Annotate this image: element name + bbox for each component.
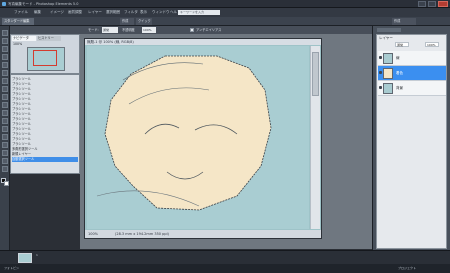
antialias-checkbox[interactable] (190, 28, 194, 32)
title-bar: 写真編集モード - Photoshop Elements 5.0 (0, 0, 450, 8)
sponge-tool-icon[interactable] (2, 166, 8, 172)
mode-select[interactable]: 通常 (102, 27, 118, 33)
layer-opacity-field[interactable]: 100% (425, 42, 439, 47)
marquee-tool-icon[interactable] (2, 62, 8, 68)
navigator-zoom: 100% (13, 42, 23, 46)
menu-select[interactable]: 選択範囲 (106, 8, 120, 17)
close-button[interactable] (438, 1, 448, 7)
layer-row[interactable]: 線 (378, 51, 446, 66)
cookie-cutter-icon[interactable] (2, 102, 8, 108)
history-tab[interactable]: ヒストリー (37, 36, 61, 41)
layer-row-selected[interactable]: 着色 (378, 66, 446, 81)
opacity-label: 不透明度 (122, 28, 135, 32)
vertical-scrollbar[interactable] (310, 46, 320, 229)
eye-icon[interactable] (379, 71, 382, 74)
menu-image[interactable]: イメージ (50, 8, 64, 17)
eye-icon[interactable] (379, 86, 382, 89)
share-button[interactable]: 作成 (392, 18, 416, 25)
zoom-tool-icon[interactable] (2, 38, 8, 44)
photo-thumbnail[interactable] (18, 253, 32, 263)
menu-edit[interactable]: 編集 (34, 8, 41, 17)
document-window: 無題-1 @ 100% (線, RGB/8) 100% (28.3 mm x 1… (84, 38, 322, 239)
eye-icon[interactable] (379, 56, 382, 59)
zoom-level: 100% (88, 232, 99, 236)
blur-tool-icon[interactable] (2, 158, 8, 164)
app-icon (2, 2, 6, 6)
list-item-selected[interactable]: 自動選択ツール (12, 157, 78, 162)
project-bin-label: プロジェクト (398, 266, 417, 270)
history-panel: ブラシツール ブラシツール ブラシツール ブラシツール ブラシツール ブラシツー… (10, 74, 80, 174)
menu-window[interactable]: ウィンドウ (152, 8, 170, 17)
photo-count: 1 (36, 253, 38, 257)
crop-tool-icon[interactable] (2, 94, 8, 100)
hand-tool-icon[interactable] (2, 46, 8, 52)
menu-enhance[interactable]: 画質調整 (68, 8, 82, 17)
selection-outline (104, 55, 272, 211)
magic-wand-icon[interactable] (2, 78, 8, 84)
document-info: (28.3 mm x 194.2mm 350 ppi) (115, 232, 169, 236)
quick-fix-button[interactable]: クイック (136, 18, 152, 25)
opacity-field[interactable]: 100% (142, 27, 156, 33)
text-tool-icon[interactable] (2, 86, 8, 92)
mode-bar: スタンダード編集 作成 クイック 作成 (0, 17, 450, 26)
maximize-button[interactable] (428, 1, 436, 7)
antialias-label: アンチエイリアス (196, 28, 222, 32)
background-color-swatch[interactable] (4, 181, 9, 186)
eraser-tool-icon[interactable] (2, 126, 8, 132)
layer-name: 着色 (396, 71, 403, 75)
menu-layer[interactable]: レイヤー (88, 8, 102, 17)
layer-thumbnail (383, 53, 393, 64)
menu-file[interactable]: ファイル (14, 8, 28, 17)
menu-filter[interactable]: フィルタ (124, 8, 138, 17)
document-status-bar: 100% (28.3 mm x 194.2mm 350 ppi) (85, 230, 321, 238)
palette-bin-label (377, 28, 401, 32)
image-canvas[interactable] (87, 46, 309, 229)
gradient-tool-icon[interactable] (2, 142, 8, 148)
mode-label: モード: (88, 28, 99, 32)
navigator-panel: ナビゲータ ヒストリー 100% (10, 34, 80, 74)
brush-tool-icon[interactable] (2, 118, 8, 124)
status-bar: フォトビン プロジェクト (0, 264, 450, 273)
layers-header: レイヤー (379, 36, 393, 40)
scroll-thumb[interactable] (312, 52, 319, 96)
layer-name: 線 (396, 56, 400, 60)
layer-thumbnail (383, 68, 393, 79)
layer-mode-select[interactable]: 通常 (395, 42, 409, 47)
search-input[interactable]: キーワードを入力 (178, 10, 220, 15)
layers-panel: レイヤー 通常 100% 線 着色 背景 (376, 34, 447, 249)
photo-bin: 1 (0, 250, 450, 264)
move-tool-icon[interactable] (2, 30, 8, 36)
healing-brush-icon[interactable] (2, 110, 8, 116)
lasso-tool-icon[interactable] (2, 70, 8, 76)
create-button[interactable]: 作成 (120, 18, 134, 25)
minimize-button[interactable] (418, 1, 426, 7)
photo-bin-label: フォトビン (4, 266, 20, 270)
navigator-viewport-rect[interactable] (33, 50, 57, 66)
layer-name: 背景 (396, 86, 403, 90)
shape-tool-icon[interactable] (2, 150, 8, 156)
eyedropper-tool-icon[interactable] (2, 54, 8, 60)
navigator-tab[interactable]: ナビゲータ (12, 36, 36, 41)
toolbox (0, 26, 10, 250)
options-bar: モード: 通常 不透明度 100% アンチエイリアス (10, 26, 372, 34)
layer-row[interactable]: 背景 (378, 81, 446, 96)
menu-view[interactable]: 表示 (140, 8, 147, 17)
artwork-svg (96, 55, 272, 211)
layer-thumbnail (383, 83, 393, 94)
document-title: 無題-1 @ 100% (線, RGB/8) (85, 39, 321, 45)
menu-bar: ファイル 編集 イメージ 画質調整 レイヤー 選択範囲 フィルタ 表示 ウィンド… (0, 8, 450, 17)
paint-bucket-icon[interactable] (2, 134, 8, 140)
window-title: 写真編集モード - Photoshop Elements 5.0 (8, 2, 79, 6)
standard-edit-button[interactable]: スタンダード編集 (2, 18, 34, 25)
